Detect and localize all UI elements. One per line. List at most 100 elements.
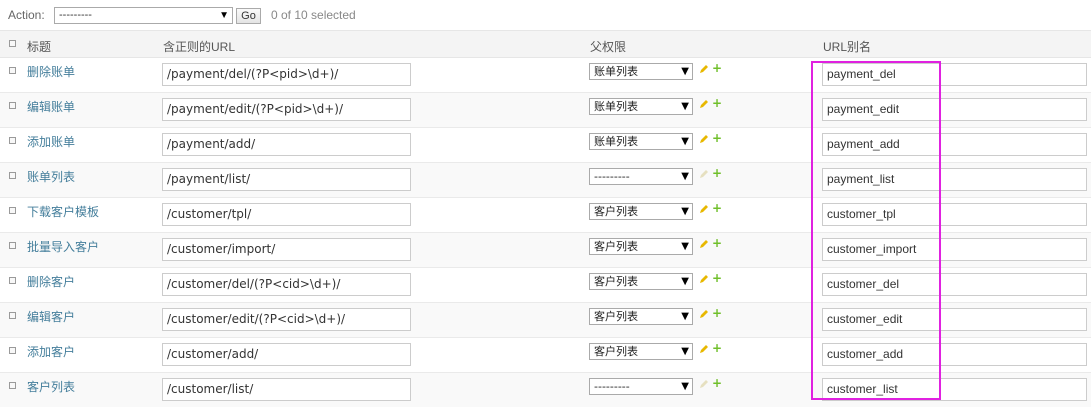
url-alias-input[interactable]: payment_edit <box>822 98 1087 121</box>
pencil-icon[interactable] <box>699 134 709 144</box>
chevron-down-icon: ▼ <box>681 241 689 252</box>
row-checkbox[interactable] <box>9 67 16 74</box>
url-input[interactable]: /customer/tpl/ <box>162 203 411 226</box>
pencil-icon[interactable] <box>699 64 709 74</box>
row-checkbox[interactable] <box>9 172 16 179</box>
header-title[interactable]: 标题 <box>27 38 51 55</box>
chevron-down-icon: ▼ <box>219 10 229 21</box>
plus-icon[interactable]: + <box>712 271 722 285</box>
parent-select[interactable]: 账单列表 ▼ <box>589 98 693 115</box>
parent-select[interactable]: --------- ▼ <box>589 378 693 395</box>
parent-select[interactable]: 客户列表 ▼ <box>589 203 693 220</box>
url-input[interactable]: /payment/list/ <box>162 168 411 191</box>
url-alias-input[interactable]: customer_tpl <box>822 203 1087 226</box>
pencil-icon[interactable] <box>699 344 709 354</box>
plus-icon[interactable]: + <box>712 131 722 145</box>
table-row: 账单列表/payment/list/ --------- ▼ + payment_lis… <box>0 163 1091 198</box>
url-input[interactable]: /payment/del/(?P<pid>\d+)/ <box>162 63 411 86</box>
table-header: 标题 含正则的URL 父权限 URL别名 <box>0 30 1091 58</box>
parent-select[interactable]: 客户列表 ▼ <box>589 238 693 255</box>
chevron-down-icon: ▼ <box>681 381 689 392</box>
plus-icon[interactable]: + <box>712 166 722 180</box>
row-title-link[interactable]: 批量导入客户 <box>27 238 99 255</box>
action-bar: Action: --------- ▼ Go 0 of 10 selected <box>0 0 1091 30</box>
parent-select-value: 客户列表 <box>594 205 638 218</box>
url-alias-input[interactable]: payment_list <box>822 168 1087 191</box>
url-alias-input[interactable]: payment_add <box>822 133 1087 156</box>
table-row: 下载客户模板/customer/tpl/客户列表 ▼ + customer_tpl <box>0 198 1091 233</box>
chevron-down-icon: ▼ <box>681 136 689 147</box>
parent-select-value: --------- <box>594 380 630 393</box>
pencil-icon[interactable] <box>699 239 709 249</box>
url-input[interactable]: /payment/edit/(?P<pid>\d+)/ <box>162 98 411 121</box>
row-title-link[interactable]: 删除账单 <box>27 63 75 80</box>
plus-icon[interactable]: + <box>712 376 722 390</box>
select-all-checkbox[interactable] <box>9 40 16 47</box>
row-title-link[interactable]: 添加客户 <box>27 343 75 360</box>
parent-select[interactable]: 客户列表 ▼ <box>589 308 693 325</box>
row-checkbox[interactable] <box>9 312 16 319</box>
row-checkbox[interactable] <box>9 137 16 144</box>
pencil-icon[interactable] <box>699 274 709 284</box>
url-input[interactable]: /customer/edit/(?P<cid>\d+)/ <box>162 308 411 331</box>
parent-select[interactable]: 客户列表 ▼ <box>589 273 693 290</box>
header-parent[interactable]: 父权限 <box>590 38 626 55</box>
parent-select[interactable]: 客户列表 ▼ <box>589 343 693 360</box>
url-alias-input[interactable]: payment_del <box>822 63 1087 86</box>
parent-select-value: 客户列表 <box>594 240 638 253</box>
url-input[interactable]: /customer/list/ <box>162 378 411 401</box>
header-url[interactable]: 含正则的URL <box>163 38 235 55</box>
table-row: 编辑账单/payment/edit/(?P<pid>\d+)/ 账单列表 ▼ + pay… <box>0 93 1091 128</box>
parent-select-value: 客户列表 <box>594 275 638 288</box>
table-row: 客户列表/customer/list/ --------- ▼ + customer_l… <box>0 373 1091 407</box>
row-title-link[interactable]: 添加账单 <box>27 133 75 150</box>
parent-select[interactable]: 账单列表 ▼ <box>589 63 693 80</box>
chevron-down-icon: ▼ <box>681 276 689 287</box>
pencil-icon[interactable] <box>699 169 709 179</box>
row-checkbox[interactable] <box>9 242 16 249</box>
url-input[interactable]: /customer/import/ <box>162 238 411 261</box>
url-alias-input[interactable]: customer_add <box>822 343 1087 366</box>
row-title-link[interactable]: 删除客户 <box>27 273 75 290</box>
chevron-down-icon: ▼ <box>681 66 689 77</box>
row-title-link[interactable]: 客户列表 <box>27 378 75 395</box>
parent-select-value: 账单列表 <box>594 135 638 148</box>
row-title-link[interactable]: 下载客户模板 <box>27 203 99 220</box>
pencil-icon[interactable] <box>699 379 709 389</box>
parent-select[interactable]: --------- ▼ <box>589 168 693 185</box>
chevron-down-icon: ▼ <box>681 311 689 322</box>
go-button[interactable]: Go <box>236 8 261 24</box>
pencil-icon[interactable] <box>699 309 709 319</box>
parent-select-value: --------- <box>594 170 630 183</box>
row-checkbox[interactable] <box>9 347 16 354</box>
row-title-link[interactable]: 账单列表 <box>27 168 75 185</box>
parent-select[interactable]: 账单列表 ▼ <box>589 133 693 150</box>
plus-icon[interactable]: + <box>712 201 722 215</box>
chevron-down-icon: ▼ <box>681 346 689 357</box>
url-alias-input[interactable]: customer_list <box>822 378 1087 401</box>
plus-icon[interactable]: + <box>712 61 722 75</box>
url-alias-input[interactable]: customer_edit <box>822 308 1087 331</box>
row-title-link[interactable]: 编辑账单 <box>27 98 75 115</box>
plus-icon[interactable]: + <box>712 306 722 320</box>
row-title-link[interactable]: 编辑客户 <box>27 308 75 325</box>
chevron-down-icon: ▼ <box>681 206 689 217</box>
plus-icon[interactable]: + <box>712 341 722 355</box>
url-alias-input[interactable]: customer_import <box>822 238 1087 261</box>
plus-icon[interactable]: + <box>712 236 722 250</box>
url-alias-input[interactable]: customer_del <box>822 273 1087 296</box>
plus-icon[interactable]: + <box>712 96 722 110</box>
row-checkbox[interactable] <box>9 382 16 389</box>
url-input[interactable]: /payment/add/ <box>162 133 411 156</box>
row-checkbox[interactable] <box>9 207 16 214</box>
pencil-icon[interactable] <box>699 99 709 109</box>
action-select[interactable]: --------- ▼ <box>54 7 233 24</box>
row-checkbox[interactable] <box>9 277 16 284</box>
row-checkbox[interactable] <box>9 102 16 109</box>
header-alias[interactable]: URL别名 <box>823 38 871 55</box>
url-input[interactable]: /customer/del/(?P<cid>\d+)/ <box>162 273 411 296</box>
pencil-icon[interactable] <box>699 204 709 214</box>
parent-select-value: 账单列表 <box>594 100 638 113</box>
chevron-down-icon: ▼ <box>681 101 689 112</box>
url-input[interactable]: /customer/add/ <box>162 343 411 366</box>
